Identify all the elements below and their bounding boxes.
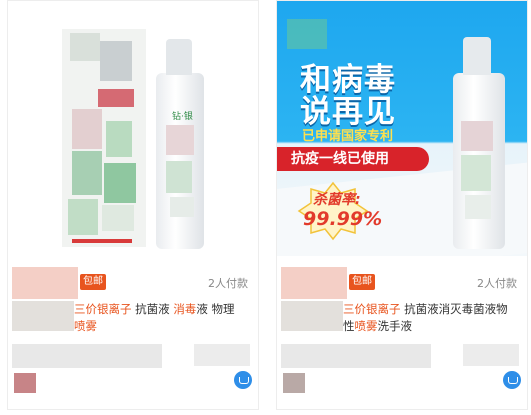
poster-headline: 和病毒 说再见 — [300, 62, 396, 130]
mosaic-tile — [461, 155, 491, 191]
title-blur — [281, 301, 343, 331]
mosaic-tile — [166, 161, 192, 193]
price-blur — [281, 267, 347, 299]
mosaic-tile — [166, 125, 194, 155]
cart-icon[interactable] — [503, 371, 521, 389]
free-shipping-tag: 包邮 — [349, 274, 375, 290]
bottle-cap — [463, 37, 491, 75]
location-blur — [194, 344, 250, 366]
product-card-2[interactable]: 和病毒 说再见 已申请国家专利 抗疫一线已使用 杀菌率: 99.99% 包邮 2… — [276, 0, 528, 410]
avatar-blur — [283, 373, 305, 393]
bottle-cap — [166, 39, 192, 75]
mosaic-tile — [106, 121, 132, 157]
mosaic-tile — [104, 163, 136, 203]
mosaic-tile — [465, 195, 491, 219]
mosaic-tile — [102, 205, 134, 231]
price-blur — [12, 267, 78, 299]
mosaic-tile — [170, 197, 194, 217]
mosaic-tile — [70, 33, 100, 61]
shop-blur — [281, 344, 431, 368]
product-title-2[interactable]: 三价银离子 抗菌液消灭毒菌液物 性喷雾洗手液 — [281, 301, 521, 335]
poster-banner: 抗疫一线已使用 — [277, 147, 429, 171]
box-stripe — [72, 239, 132, 243]
title-blur — [12, 301, 74, 331]
mosaic-tile — [100, 41, 132, 81]
avatar-blur — [14, 373, 36, 393]
product-image-1[interactable]: 钻·银 — [8, 1, 258, 256]
shop-blur — [12, 344, 162, 368]
bottle-brand: 钻·银 — [172, 112, 193, 122]
mosaic-tile — [461, 121, 493, 151]
free-shipping-tag: 包邮 — [80, 274, 106, 290]
product-card-1[interactable]: 钻·银 包邮 2人付款 三价银离子 抗菌液 消毒液 物理 喷雾 — [7, 0, 259, 410]
cart-icon[interactable] — [234, 371, 252, 389]
paid-count: 2人付款 — [477, 277, 517, 290]
product-title-1[interactable]: 三价银离子 抗菌液 消毒液 物理 喷雾 — [12, 301, 252, 335]
paid-count: 2人付款 — [208, 277, 248, 290]
mosaic-tile — [68, 199, 98, 235]
mosaic-tile — [72, 151, 102, 195]
mosaic-tile — [98, 89, 134, 107]
kill-rate-badge: 杀菌率: 99.99% — [297, 181, 382, 241]
location-blur — [463, 344, 519, 366]
product-image-2[interactable]: 和病毒 说再见 已申请国家专利 抗疫一线已使用 杀菌率: 99.99% — [277, 1, 527, 256]
poster-patent: 已申请国家专利 — [302, 129, 394, 144]
mosaic-tile — [72, 109, 102, 149]
logo-blur — [287, 19, 327, 49]
